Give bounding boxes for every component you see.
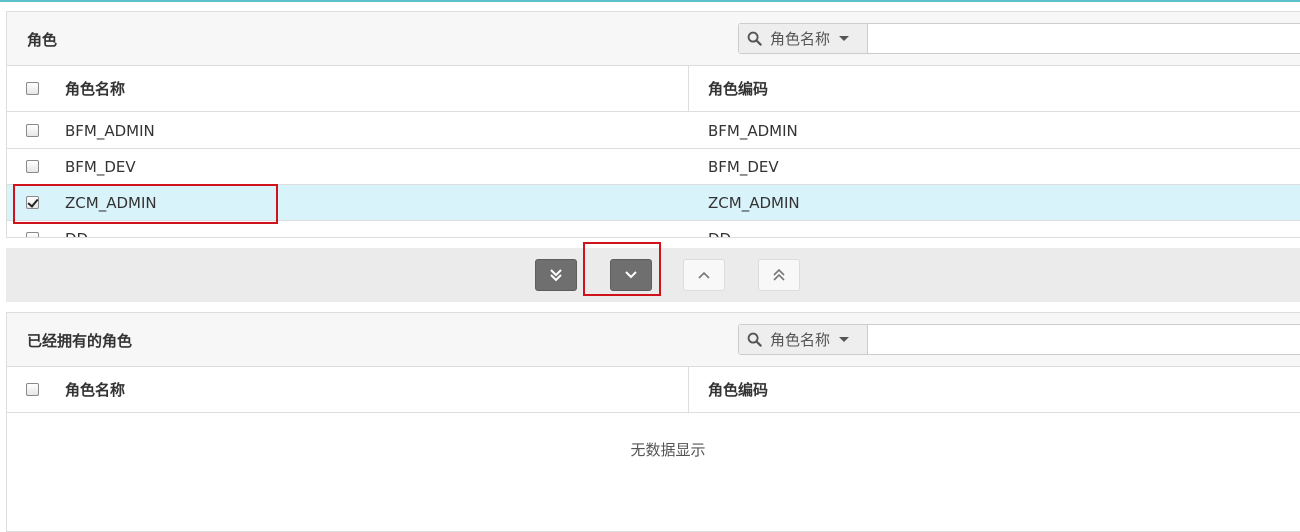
search-field-label: 角色名称 [770, 331, 831, 349]
cell-role-code: DD [708, 221, 731, 237]
table-header: 角色名称 角色编码 [7, 367, 1300, 413]
caret-down-icon [839, 337, 850, 342]
panel-header: 角色 角色名称 [7, 12, 1300, 66]
move-all-down-button[interactable] [535, 259, 577, 291]
search-input[interactable] [868, 24, 1300, 53]
select-all-checkbox[interactable] [26, 82, 39, 95]
table-header: 角色名称 角色编码 [7, 66, 1300, 112]
table-row[interactable]: BFM_DEV BFM_DEV [7, 149, 1300, 185]
search-icon [747, 332, 762, 347]
column-header-role-code: 角色编码 [708, 80, 769, 98]
caret-down-icon [839, 36, 850, 41]
panel-title: 已经拥有的角色 [27, 332, 133, 350]
highlight-selected-row-annotation [13, 184, 278, 224]
move-selected-up-button[interactable] [683, 259, 725, 291]
panel-title: 角色 [27, 31, 58, 49]
search-group: 角色名称 [738, 23, 1300, 54]
search-input[interactable] [868, 325, 1300, 354]
cell-role-name: BFM_DEV [65, 158, 136, 176]
panel-header: 已经拥有的角色 角色名称 [7, 313, 1300, 367]
cell-role-code: BFM_ADMIN [708, 122, 798, 140]
double-chevron-down-icon [550, 269, 562, 282]
cell-role-code: BFM_DEV [708, 158, 779, 176]
empty-table-message: 无数据显示 [630, 441, 706, 459]
search-group: 角色名称 [738, 324, 1300, 355]
search-field-dropdown[interactable]: 角色名称 [739, 325, 868, 354]
column-header-role-name: 角色名称 [65, 381, 126, 399]
search-icon [747, 31, 762, 46]
select-all-checkbox[interactable] [26, 383, 39, 396]
cell-role-code: ZCM_ADMIN [708, 194, 800, 212]
move-all-up-button[interactable] [758, 259, 800, 291]
owned-roles-panel: 已经拥有的角色 角色名称 角色名称 角色编码 无数据显示 [6, 312, 1300, 532]
column-divider [688, 66, 689, 112]
chevron-up-icon [698, 271, 710, 279]
search-field-label: 角色名称 [770, 30, 831, 48]
highlight-move-down-annotation [583, 242, 661, 296]
double-chevron-up-icon [773, 268, 785, 281]
row-checkbox[interactable] [26, 160, 39, 173]
top-accent-line [0, 0, 1300, 2]
row-checkbox[interactable] [26, 124, 39, 137]
search-field-dropdown[interactable]: 角色名称 [739, 24, 868, 53]
cell-role-name: BFM_ADMIN [65, 122, 155, 140]
row-checkbox[interactable] [26, 232, 39, 237]
column-divider [688, 367, 689, 413]
column-header-role-code: 角色编码 [708, 381, 769, 399]
table-row[interactable]: BFM_ADMIN BFM_ADMIN [7, 113, 1300, 149]
column-header-role-name: 角色名称 [65, 80, 126, 98]
